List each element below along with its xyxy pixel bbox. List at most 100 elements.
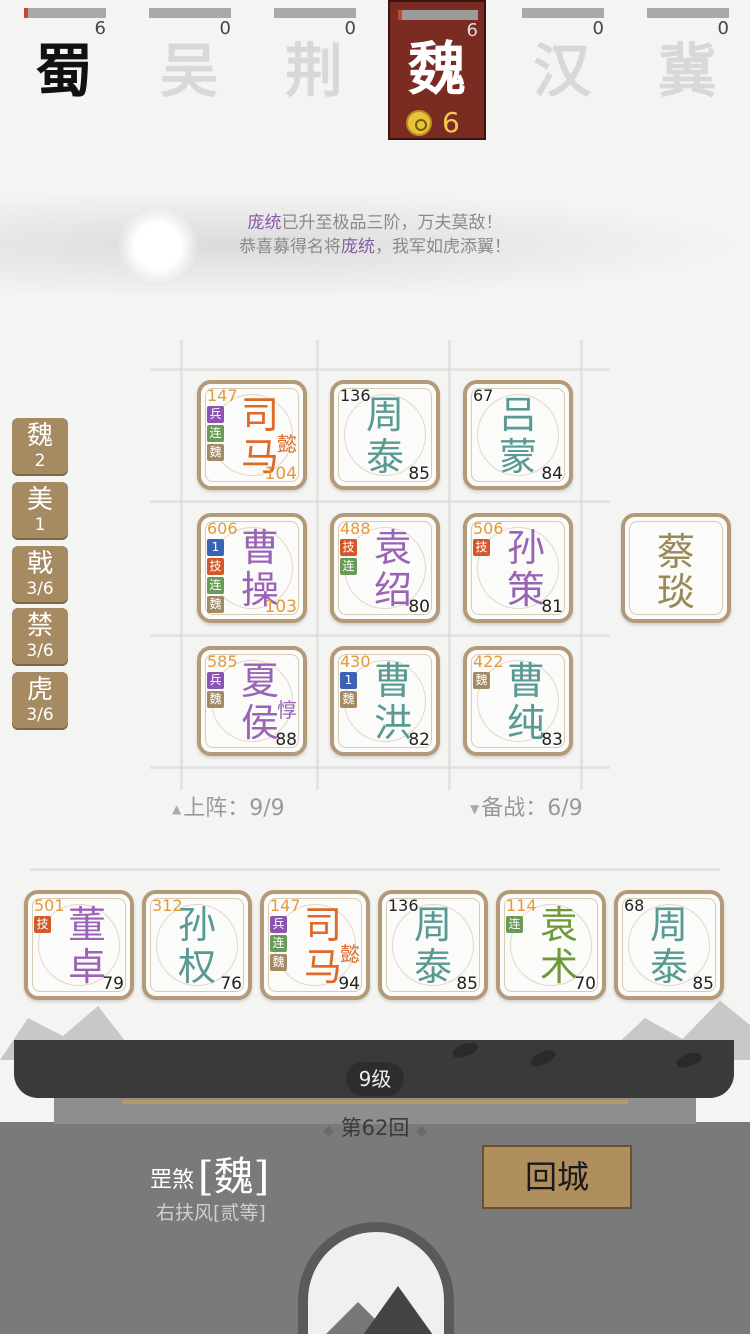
faction-tab-ji[interactable]: 0冀 bbox=[645, 0, 729, 140]
trait-badge: 魏 bbox=[270, 954, 287, 971]
hero-card-bench[interactable]: 501 董卓技 79 bbox=[24, 890, 134, 1000]
faction-tab-jing[interactable]: 0荆 bbox=[272, 0, 356, 140]
hero-name-top: 孙 bbox=[177, 903, 216, 947]
hero-power: 76 bbox=[220, 974, 242, 994]
grid-line bbox=[150, 766, 610, 769]
hero-card-board[interactable]: 67 吕蒙 84 bbox=[463, 380, 573, 490]
faction-tab-han[interactable]: 0汉 bbox=[520, 0, 604, 140]
hero-power: 85 bbox=[456, 974, 478, 994]
hero-name-top: 周 bbox=[413, 903, 452, 947]
hero-name-suffix: 懿 bbox=[340, 942, 360, 966]
notice-text: ，我军如虎添翼！ bbox=[375, 237, 511, 257]
trait-badge: 兵 bbox=[207, 406, 224, 423]
hero-card-standalone[interactable]: 蔡 琰 bbox=[621, 513, 731, 623]
hero-name-top: 吕 bbox=[498, 393, 537, 437]
hero-card-bench[interactable]: 147 司马懿兵连魏 94 bbox=[260, 890, 370, 1000]
rank-faction: [魏] bbox=[198, 1154, 270, 1200]
hero-card-board[interactable]: 506 孙策技 81 bbox=[463, 513, 573, 623]
grid-line bbox=[30, 868, 720, 871]
faction-progress-bar bbox=[274, 8, 356, 18]
faction-tab-shu[interactable]: 6蜀 bbox=[22, 0, 106, 140]
trait-badge: 连 bbox=[270, 935, 287, 952]
hero-trait-badges: 兵连魏 bbox=[270, 916, 288, 973]
faction-tab-wu[interactable]: 0吴 bbox=[147, 0, 231, 140]
grid-line bbox=[150, 500, 610, 503]
reserve-counter: ▼备战：6/9 bbox=[470, 796, 583, 821]
return-city-button[interactable]: 回城 bbox=[482, 1145, 632, 1209]
trait-badge: 魏 bbox=[340, 691, 357, 708]
faction-glyph: 汉 bbox=[532, 37, 591, 105]
faction-tab-wei[interactable]: 6魏6 bbox=[388, 0, 486, 140]
synergy-tag-value: 1 bbox=[34, 515, 46, 535]
synergy-tag-title: 美 bbox=[26, 485, 53, 515]
reserve-counter-text: 备战：6/9 bbox=[481, 796, 583, 821]
hero-name-suffix: 惇 bbox=[277, 698, 297, 722]
hero-trait-badges: 技 bbox=[34, 916, 52, 935]
notice-recruit: 恭喜募得名将庞统，我军如虎添翼！ bbox=[0, 232, 750, 257]
deployed-counter: ▲上阵：9/9 bbox=[172, 796, 285, 821]
hero-name-top: 蔡 bbox=[656, 530, 695, 574]
hero-card-bench[interactable]: 312 孙权 76 bbox=[142, 890, 252, 1000]
synergy-tag[interactable]: 虎 3/6 bbox=[12, 672, 68, 728]
level-badge: 9级 bbox=[346, 1062, 404, 1096]
trait-badge: 连 bbox=[207, 425, 224, 442]
rank-title: 右扶风[贰等] bbox=[156, 1202, 266, 1224]
round-label: ◆ 第62回 ◆ bbox=[280, 1112, 470, 1142]
hero-card-bench[interactable]: 114 袁术连 70 bbox=[496, 890, 606, 1000]
trait-badge: 魏 bbox=[207, 596, 224, 613]
faction-progress-bar bbox=[149, 8, 231, 18]
trait-badge: 连 bbox=[340, 558, 357, 575]
hero-trait-badges: 连 bbox=[506, 916, 524, 935]
grid-line bbox=[150, 634, 610, 637]
hero-trait-badges: 兵连魏 bbox=[207, 406, 225, 463]
trait-badge: 魏 bbox=[207, 444, 224, 461]
hero-power: 103 bbox=[264, 597, 297, 617]
faction-progress-bar bbox=[522, 8, 604, 18]
trait-badge: 技 bbox=[340, 539, 357, 556]
hero-power: 80 bbox=[408, 597, 430, 617]
synergy-tag-title: 虎 bbox=[26, 675, 53, 705]
faction-progress-fill bbox=[24, 8, 29, 18]
grid-line bbox=[150, 368, 610, 371]
synergy-tag[interactable]: 魏2 bbox=[12, 418, 68, 474]
trait-badge: 魏 bbox=[473, 672, 490, 689]
hero-card-board[interactable]: 147 司马懿兵连魏 104 bbox=[197, 380, 307, 490]
hero-power: 94 bbox=[338, 974, 360, 994]
synergy-tag-title: 戟 bbox=[26, 549, 53, 579]
trait-badge: 魏 bbox=[207, 691, 224, 708]
notice-text: 恭喜募得名将 bbox=[239, 237, 341, 257]
hero-power: 85 bbox=[408, 464, 430, 484]
synergy-tag[interactable]: 美1 bbox=[12, 482, 68, 538]
notice-hero-name: 庞统 bbox=[247, 213, 282, 233]
hero-card-board[interactable]: 430 曹洪 1 魏 82 bbox=[330, 646, 440, 756]
hero-power: 79 bbox=[102, 974, 124, 994]
grid-line bbox=[580, 340, 583, 790]
faction-glyph: 吴 bbox=[159, 37, 218, 105]
coin-count: 6 bbox=[442, 106, 460, 139]
synergy-tag[interactable]: 禁 3/6 bbox=[12, 608, 68, 664]
hero-card-board[interactable]: 136 周泰 85 bbox=[330, 380, 440, 490]
hero-card-board[interactable]: 422 曹纯魏 83 bbox=[463, 646, 573, 756]
hero-card-board[interactable]: 585 夏侯惇兵魏 88 bbox=[197, 646, 307, 756]
trait-badge: 技 bbox=[34, 916, 51, 933]
synergy-tag-value: 3/6 bbox=[26, 705, 54, 725]
synergy-tag[interactable]: 戟 3/6 bbox=[12, 546, 68, 602]
hero-card-bench[interactable]: 68 周泰 85 bbox=[614, 890, 724, 1000]
hero-card-board[interactable]: 606 曹操 1 技连魏 103 bbox=[197, 513, 307, 623]
hero-power: 85 bbox=[692, 974, 714, 994]
faction-glyph: 魏 bbox=[407, 35, 466, 103]
hero-power: 84 bbox=[541, 464, 563, 484]
trait-badge: 兵 bbox=[207, 672, 224, 689]
hero-card-bench[interactable]: 136 周泰 85 bbox=[378, 890, 488, 1000]
notice-hero-name: 庞统 bbox=[341, 237, 375, 257]
trait-badge: 技 bbox=[473, 539, 490, 556]
trait-badge: 连 bbox=[506, 916, 523, 933]
hero-power: 70 bbox=[574, 974, 596, 994]
coin-icon bbox=[406, 110, 432, 136]
grid-line bbox=[316, 340, 319, 790]
notice-text: 已升至极品三阶，万夫莫敌！ bbox=[281, 213, 503, 233]
faction-progress-bar bbox=[398, 10, 478, 20]
deployed-counter-text: 上阵：9/9 bbox=[183, 796, 285, 821]
hero-card-board[interactable]: 488 袁绍技连 80 bbox=[330, 513, 440, 623]
mountain-decoration bbox=[358, 1286, 438, 1334]
